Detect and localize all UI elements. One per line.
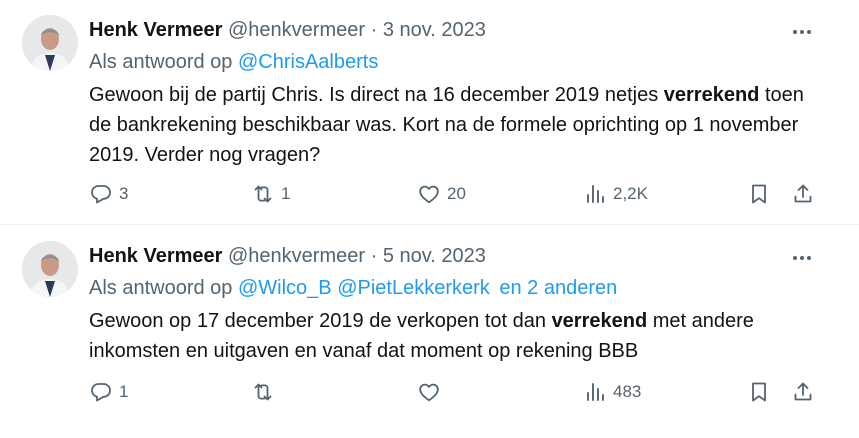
views-icon <box>587 383 604 401</box>
author-name[interactable]: Henk Vermeer <box>89 245 222 267</box>
views-icon <box>587 185 604 203</box>
others-link[interactable]: en 2 anderen <box>499 277 617 299</box>
reply-context: Als antwoord op @Wilco_B @PietLekkerkerk… <box>89 275 617 301</box>
reply-icon <box>91 185 111 204</box>
retweet-icon <box>254 383 272 401</box>
separator: · <box>370 19 378 41</box>
reply-button[interactable]: 3 <box>89 180 128 208</box>
more-icon[interactable] <box>788 18 816 46</box>
bookmark-button[interactable] <box>747 378 771 406</box>
views-button[interactable]: 2,2K <box>583 180 648 208</box>
views-count: 483 <box>613 382 642 401</box>
avatar[interactable] <box>22 241 78 297</box>
share-icon <box>794 184 812 203</box>
like-button[interactable] <box>417 378 447 406</box>
action-bar: 3 1 20 2,2K <box>89 180 829 208</box>
reply-button[interactable]: 1 <box>89 378 128 406</box>
reply-count: 3 <box>119 184 129 203</box>
mention-link[interactable]: @ChrisAalberts <box>238 51 378 73</box>
tweet-header: Henk Vermeer @henkvermeer · 5 nov. 2023 <box>89 243 486 269</box>
tweet-text-bold: verrekend <box>551 310 648 332</box>
share-icon <box>794 382 812 401</box>
author-name[interactable]: Henk Vermeer <box>89 19 222 41</box>
author-handle[interactable]: @henkvermeer <box>228 19 365 41</box>
tweet-date[interactable]: 5 nov. 2023 <box>383 245 486 267</box>
mention-link[interactable]: @PietLekkerkerk <box>337 277 490 299</box>
retweet-button[interactable]: 1 <box>251 180 290 208</box>
reply-count: 1 <box>119 382 129 401</box>
bookmark-icon <box>752 382 766 402</box>
retweet-count: 1 <box>281 184 291 203</box>
reply-prefix: Als antwoord op <box>89 277 233 299</box>
author-handle[interactable]: @henkvermeer <box>228 245 365 267</box>
views-count: 2,2K <box>613 184 648 203</box>
reply-icon <box>91 383 111 402</box>
tweet-text-bold: verrekend <box>663 84 760 106</box>
action-bar: 1 483 <box>89 378 829 406</box>
bookmark-button[interactable] <box>747 180 771 208</box>
reply-prefix: Als antwoord op <box>89 51 233 73</box>
views-button[interactable]: 483 <box>583 378 641 406</box>
tweet[interactable]: Henk Vermeer @henkvermeer · 5 nov. 2023 … <box>0 226 859 438</box>
share-button[interactable] <box>791 180 815 208</box>
retweet-icon <box>254 185 272 203</box>
tweet-text-part: Gewoon bij de partij Chris. Is direct na… <box>89 84 664 106</box>
like-button[interactable]: 20 <box>417 180 466 208</box>
separator: · <box>370 245 378 267</box>
reply-context: Als antwoord op @ChrisAalberts <box>89 49 378 75</box>
tweet[interactable]: Henk Vermeer @henkvermeer · 3 nov. 2023 … <box>0 0 859 225</box>
like-icon <box>419 185 439 204</box>
tweet-divider <box>0 224 859 225</box>
tweet-text-part: Gewoon op 17 december 2019 de verkopen t… <box>89 310 552 332</box>
tweet-text: Gewoon bij de partij Chris. Is direct na… <box>89 80 829 170</box>
avatar[interactable] <box>22 15 78 71</box>
tweet-header: Henk Vermeer @henkvermeer · 3 nov. 2023 <box>89 17 486 43</box>
like-count: 20 <box>447 184 466 203</box>
bookmark-icon <box>752 184 766 204</box>
mention-link[interactable]: @Wilco_B <box>238 277 332 299</box>
retweet-button[interactable] <box>251 378 281 406</box>
more-icon[interactable] <box>788 244 816 272</box>
tweet-date[interactable]: 3 nov. 2023 <box>383 19 486 41</box>
share-button[interactable] <box>791 378 815 406</box>
tweet-text: Gewoon op 17 december 2019 de verkopen t… <box>89 306 829 366</box>
like-icon <box>419 383 439 402</box>
